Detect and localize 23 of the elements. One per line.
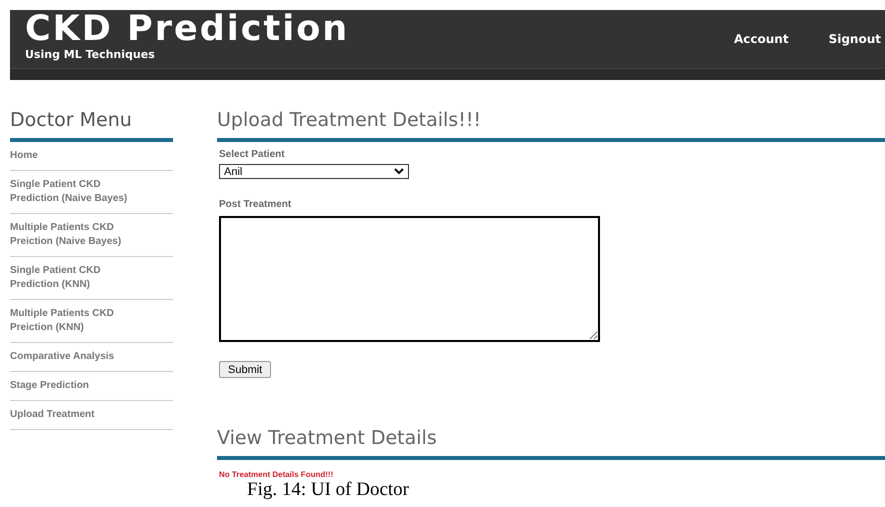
menu-item[interactable]: Comparative Analysis xyxy=(10,350,138,364)
sidebar-title: Doctor Menu xyxy=(10,108,173,142)
menu-item[interactable]: Single Patient CKD Prediction (Naive Bayes) xyxy=(10,178,138,206)
menu-item[interactable]: Stage Prediction xyxy=(10,379,138,393)
menu-item[interactable]: Multiple Patients CKD Preiction (Naive Bayes) xyxy=(10,221,138,249)
site-title: CKD Prediction xyxy=(25,10,350,48)
field-label: Post Treatment xyxy=(219,198,292,212)
figure-caption: Fig. 14: UI of Doctor xyxy=(247,480,410,500)
treatment-textarea[interactable] xyxy=(219,216,600,342)
nav-link[interactable]: Signout xyxy=(828,30,881,48)
menu-item[interactable]: Home xyxy=(10,149,138,163)
nav-link[interactable]: Account xyxy=(734,30,789,48)
field-label: Select Patient xyxy=(219,148,285,162)
menu-item[interactable]: Multiple Patients CKD Preiction (KNN) xyxy=(10,307,138,335)
menu-item[interactable]: Single Patient CKD Prediction (KNN) xyxy=(10,264,138,292)
section-heading: View Treatment Details xyxy=(217,426,885,460)
site-subtitle: Using ML Techniques xyxy=(25,48,156,62)
no-results-message: No Treatment Details Found!!! xyxy=(219,470,334,480)
section-heading: Upload Treatment Details!!! xyxy=(217,108,885,142)
submit-button[interactable]: Submit xyxy=(219,361,272,378)
menu-item[interactable]: Upload Treatment xyxy=(10,408,138,422)
chevron-icon xyxy=(394,168,404,175)
patient-select[interactable]: Anil xyxy=(219,164,409,179)
